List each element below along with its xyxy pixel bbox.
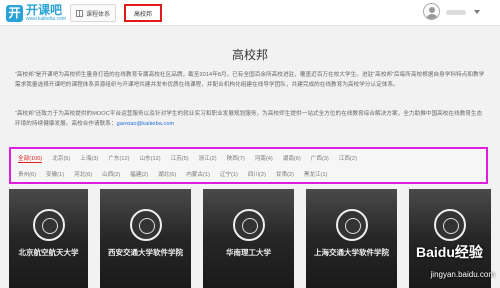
gxb-nav-label: 高校邦 (133, 11, 152, 18)
university-seal-icon (232, 209, 265, 241)
region-filter-tag[interactable]: 安徽(1) (46, 170, 64, 178)
region-filter-tag[interactable]: 湖北(6) (158, 170, 176, 178)
region-filter-tag[interactable]: 江苏(5) (171, 154, 189, 162)
region-filter-tag[interactable]: 陕西(7) (227, 154, 245, 162)
region-filter-tag[interactable]: 甘肃(2) (276, 170, 294, 178)
region-filter-tag[interactable]: 山西(2) (102, 170, 120, 178)
region-filter-tag[interactable]: 黑龙江(1) (304, 170, 328, 178)
university-card[interactable]: 北京航空航天大学 (9, 189, 88, 288)
university-name: 华南理工大学 (226, 248, 271, 257)
university-card[interactable]: 华南理工大学 (203, 189, 294, 288)
region-filter-tag[interactable]: 江西(2) (339, 154, 357, 162)
logo-name: 开课吧 (26, 3, 63, 17)
gxb-nav-button[interactable]: 高校邦 (124, 4, 162, 22)
watermark-text: jingyan.baidu.com (430, 270, 495, 279)
courses-nav-button[interactable]: 课程体系 (70, 4, 116, 22)
region-filter-tag[interactable]: 四川(2) (248, 170, 266, 178)
logo-domain: www.kaikeba.com (26, 16, 67, 22)
intro-paragraph-1: “高校邦”是开课吧为高校师生量身打造的在线教育专属高校社区品牌，截至2014年8… (15, 72, 485, 88)
region-filter-tag[interactable]: 福建(2) (130, 170, 148, 178)
region-filter-tag[interactable]: 河南(4) (255, 154, 273, 162)
region-filter: 全部(100) 北京(5) 上海(3) 广东(12) 山东(12) 江苏(5) 浙江(2) 陕… (9, 147, 488, 184)
region-filter-tag[interactable]: 全部(100) (18, 154, 43, 163)
university-name: 西安交通大学软件学院 (108, 248, 183, 257)
username-blurred[interactable] (446, 10, 466, 15)
page-title: 高校邦 (231, 48, 268, 62)
region-filter-tag[interactable]: 湖南(6) (283, 154, 301, 162)
chevron-down-icon[interactable] (474, 10, 480, 14)
logo-mark: 开 (6, 4, 23, 22)
region-filter-tag[interactable]: 广西(3) (311, 154, 329, 162)
university-seal-icon (434, 209, 466, 241)
top-bar: 开 开课吧 www.kaikeba.com 课程体系 高校邦 (0, 0, 500, 26)
region-filter-tag[interactable]: 河北(6) (74, 170, 92, 178)
intro-paragraph-2-text: “高校邦”还致力于为高校提供的MOOC平台运营服务以及针对学生的就业实习和职业发… (15, 111, 483, 127)
grid-icon (75, 9, 83, 17)
intro-paragraph-2: “高校邦”还致力于为高校提供的MOOC平台运营服务以及针对学生的就业实习和职业发… (15, 110, 487, 129)
region-filter-tag[interactable]: 北京(5) (52, 154, 70, 162)
region-filter-tag[interactable]: 内蒙古(1) (186, 170, 210, 178)
region-filter-tag[interactable]: 浙江(2) (199, 154, 217, 162)
logo[interactable]: 开 开课吧 www.kaikeba.com (6, 3, 66, 23)
university-name: 北京航空航天大学 (18, 248, 79, 257)
avatar[interactable] (423, 3, 440, 20)
region-filter-tag[interactable]: 广东(12) (108, 154, 129, 162)
university-seal-icon (335, 209, 368, 241)
region-filter-tag[interactable]: 辽宁(1) (220, 170, 238, 178)
region-filter-tag[interactable]: 上海(3) (80, 154, 98, 162)
region-filter-tag[interactable]: 山东(12) (139, 154, 160, 162)
university-card[interactable]: 西安交通大学软件学院 (100, 189, 191, 288)
university-name: 上海交通大学软件学院 (314, 248, 389, 257)
region-filter-tag[interactable]: 贵州(6) (18, 170, 36, 178)
baidu-jingyan-watermark-logo: Baidu经验 (416, 244, 483, 260)
filter-row-2: 贵州(6) 安徽(1) 河北(6) 山西(2) 福建(2) 湖北(6) 内蒙古(1) 辽宁(1… (18, 169, 338, 179)
courses-nav-label: 课程体系 (85, 11, 110, 18)
filter-row-1: 全部(100) 北京(5) 上海(3) 广东(12) 山东(12) 江苏(5) 浙江(2) 陕… (18, 153, 367, 163)
university-seal-icon (32, 209, 65, 241)
contact-email-link[interactable]: gaoxiao@kaikeba.com (117, 121, 175, 127)
university-seal-icon (129, 209, 162, 241)
